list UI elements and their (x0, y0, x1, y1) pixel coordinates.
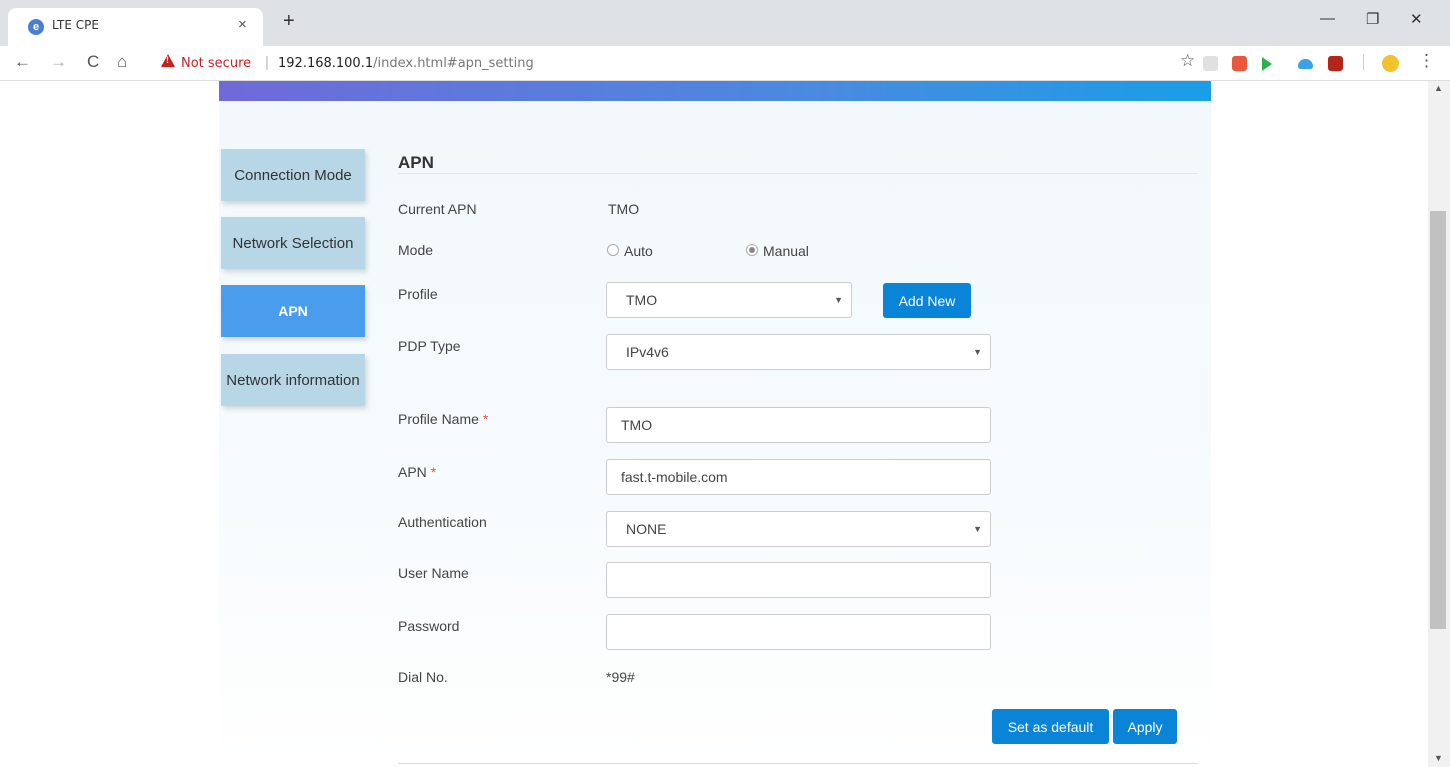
mode-manual-radio[interactable] (746, 244, 758, 256)
address-bar[interactable]: Not secure | 192.168.100.1/index.html#ap… (150, 48, 1200, 78)
tab-close-icon[interactable]: × (238, 16, 247, 33)
scroll-up-icon[interactable]: ▲ (1434, 83, 1443, 93)
page-scrollbar[interactable]: ▲ ▼ (1428, 81, 1450, 767)
section-divider (398, 173, 1198, 174)
restore-button[interactable]: ❐ (1366, 10, 1379, 28)
profile-select-value: TMO (626, 292, 658, 308)
mode-auto-label[interactable]: Auto (624, 243, 653, 259)
url-text: 192.168.100.1/index.html#apn_setting (278, 56, 534, 71)
apn-field[interactable] (606, 459, 991, 495)
current-apn-value: TMO (608, 201, 640, 217)
profile-name-field[interactable] (606, 407, 991, 443)
pdp-type-label: PDP Type (398, 338, 461, 354)
toolbar-divider (1363, 54, 1364, 70)
extension-calendar-icon[interactable] (1203, 56, 1218, 71)
page-viewport: Connection Mode Network Selection APN Ne… (0, 81, 1450, 767)
chevron-down-icon: ▼ (834, 295, 843, 305)
tab-title: LTE CPE (52, 18, 99, 32)
scrollbar-thumb[interactable] (1430, 211, 1446, 629)
footer-divider (398, 763, 1198, 764)
back-button[interactable]: ← (14, 52, 31, 72)
sidebar-item-network-selection[interactable]: Network Selection (221, 217, 365, 269)
set-as-default-button[interactable]: Set as default (992, 709, 1109, 744)
scroll-down-icon[interactable]: ▼ (1434, 753, 1443, 763)
sidebar-item-network-information[interactable]: Network information (221, 354, 365, 406)
browser-menu-icon[interactable]: ⋮ (1418, 51, 1435, 71)
dial-no-value: *99# (606, 669, 635, 685)
password-field[interactable] (606, 614, 991, 650)
extension-pdf-icon[interactable] (1328, 56, 1343, 71)
sidebar-item-label: APN (278, 303, 308, 319)
mode-manual-label[interactable]: Manual (763, 243, 809, 259)
sidebar-item-apn[interactable]: APN (221, 285, 365, 337)
site-favicon-icon: e (28, 19, 44, 35)
window-close-button[interactable]: ✕ (1410, 10, 1423, 28)
url-path: /index.html#apn_setting (373, 56, 534, 71)
pdp-type-select-value: IPv4v6 (626, 344, 669, 360)
sidebar-item-label: Network Selection (232, 234, 354, 252)
profile-avatar-icon[interactable] (1382, 55, 1399, 72)
profile-name-label: Profile Name * (398, 411, 488, 427)
authentication-select[interactable]: NONE ▼ (606, 511, 991, 547)
sidebar-item-label: Connection Mode (234, 166, 352, 184)
pdp-type-select[interactable]: IPv4v6 ▼ (606, 334, 991, 370)
apply-button[interactable]: Apply (1113, 709, 1177, 744)
url-host: 192.168.100.1 (278, 56, 374, 71)
add-new-button[interactable]: Add New (883, 283, 971, 318)
header-banner (219, 81, 1211, 101)
profile-select[interactable]: TMO ▼ (606, 282, 852, 318)
user-name-field[interactable] (606, 562, 991, 598)
current-apn-label: Current APN (398, 201, 477, 217)
security-indicator[interactable]: Not secure (181, 56, 251, 71)
minimize-button[interactable]: — (1320, 10, 1335, 27)
browser-tab-strip: e LTE CPE × + — ❐ ✕ (0, 0, 1450, 46)
dial-no-label: Dial No. (398, 669, 448, 685)
sidebar-item-label: Network information (226, 371, 360, 389)
extension-office-icon[interactable] (1232, 56, 1247, 71)
warning-icon (161, 54, 175, 67)
home-button[interactable]: ⌂ (117, 52, 127, 72)
chevron-down-icon: ▼ (973, 347, 982, 357)
extension-play-icon[interactable] (1262, 57, 1272, 71)
mode-label: Mode (398, 242, 434, 258)
profile-label: Profile (398, 286, 438, 302)
browser-tab[interactable]: e LTE CPE × (8, 8, 263, 46)
authentication-select-value: NONE (626, 521, 667, 537)
profile-name-label-text: Profile Name (398, 411, 479, 427)
reload-button[interactable]: C (87, 52, 99, 72)
user-name-label: User Name (398, 565, 469, 581)
bookmark-star-icon[interactable]: ☆ (1180, 51, 1195, 71)
browser-toolbar: ← → C ⌂ Not secure | 192.168.100.1/index… (0, 46, 1450, 81)
password-label: Password (398, 618, 460, 634)
forward-button[interactable]: → (50, 52, 67, 72)
sidebar-item-connection-mode[interactable]: Connection Mode (221, 149, 365, 201)
required-marker: * (482, 411, 489, 427)
mode-auto-radio[interactable] (607, 244, 619, 256)
apn-label-text: APN (398, 464, 427, 480)
authentication-label: Authentication (398, 514, 487, 530)
chevron-down-icon: ▼ (973, 524, 982, 534)
extension-cloud-icon[interactable] (1298, 59, 1313, 69)
apn-label: APN * (398, 464, 436, 480)
new-tab-button[interactable]: + (283, 10, 295, 33)
url-separator: | (265, 54, 269, 71)
section-title: APN (398, 153, 434, 172)
required-marker: * (430, 464, 437, 480)
